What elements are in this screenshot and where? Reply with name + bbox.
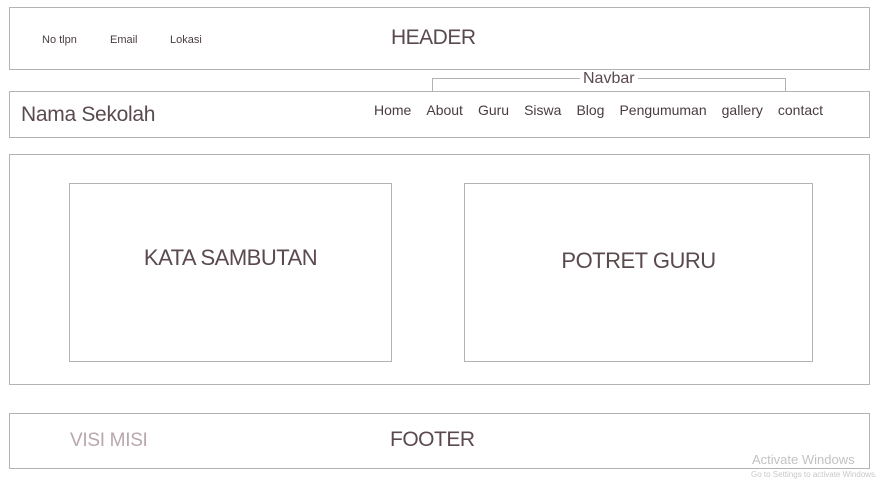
activation-watermark-title: Activate Windows xyxy=(752,452,855,467)
contact-email-text: Email xyxy=(110,34,138,46)
navbar-annotation-label: Navbar xyxy=(580,70,638,88)
nav-item-siswa[interactable]: Siswa xyxy=(524,102,561,118)
footer-label: FOOTER xyxy=(390,428,475,451)
vision-mission-label: VISI MISI xyxy=(70,430,148,451)
welcome-panel: KATA SAMBUTAN xyxy=(69,183,392,362)
nav-item-pengumuman[interactable]: Pengumuman xyxy=(619,102,706,118)
welcome-panel-label: KATA SAMBUTAN xyxy=(143,245,318,270)
teacher-portrait-panel: POTRET GURU xyxy=(464,183,813,362)
nav-item-about[interactable]: About xyxy=(426,102,463,118)
nav-item-gallery[interactable]: gallery xyxy=(722,102,763,118)
activation-watermark-subtitle: Go to Settings to activate Windows. xyxy=(751,470,878,479)
nav-item-blog[interactable]: Blog xyxy=(576,102,604,118)
nav-menu: Home About Guru Siswa Blog Pengumuman ga… xyxy=(374,102,838,118)
nav-item-contact[interactable]: contact xyxy=(778,102,823,118)
header-label: HEADER xyxy=(391,26,476,49)
contact-location-text: Lokasi xyxy=(170,34,202,46)
contact-phone-text: No tlpn xyxy=(42,34,77,46)
nav-item-home[interactable]: Home xyxy=(374,102,411,118)
school-name: Nama Sekolah xyxy=(21,103,156,126)
nav-item-guru[interactable]: Guru xyxy=(478,102,509,118)
teacher-portrait-label: POTRET GURU xyxy=(561,248,716,273)
